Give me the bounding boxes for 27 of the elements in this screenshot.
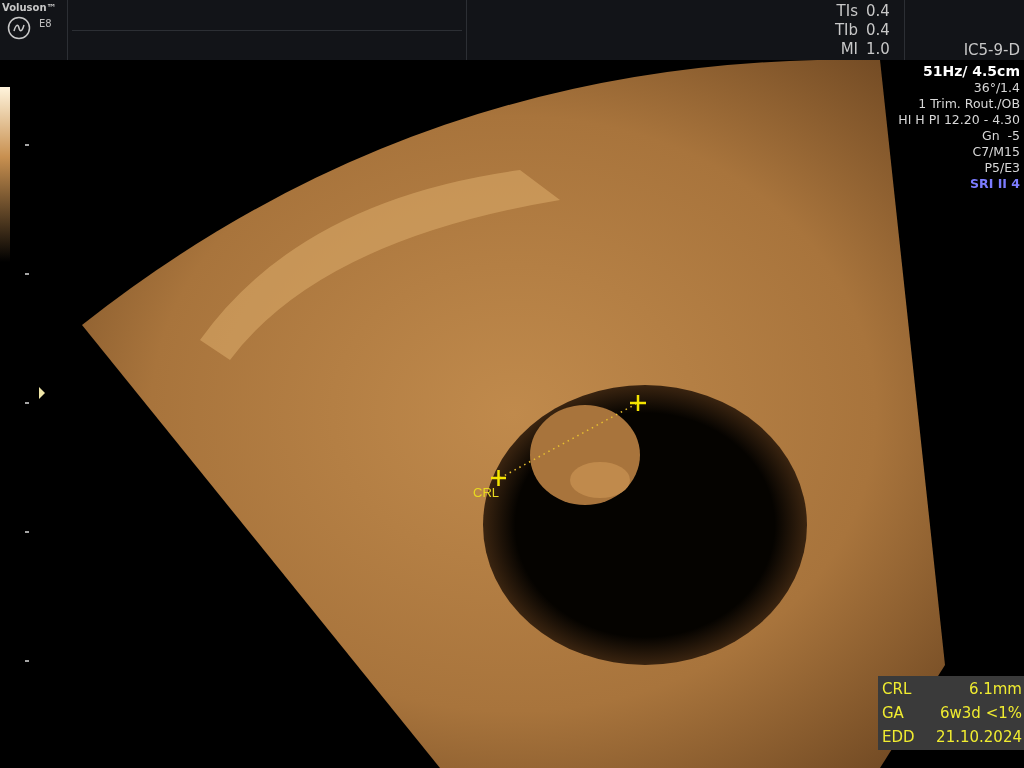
measurement-label: EDD [882, 727, 915, 748]
caliper-cross-icon [491, 470, 506, 486]
measurement-value: 6w3d <1% [940, 703, 1022, 724]
parameter-text: P5/E3 [984, 160, 1020, 176]
model-name: E8 [39, 18, 52, 29]
index-value: 0.4 [866, 1, 891, 21]
index-label: MI [839, 39, 858, 59]
index-value: 0.4 [866, 20, 891, 40]
probe-name: IC5-9-D [963, 41, 1020, 59]
parameter-text: HI H PI 12.20 - 4.30 [898, 112, 1020, 128]
parameter-text: SRI II 4 [970, 176, 1020, 192]
measurement-value: 6.1mm [968, 679, 1022, 700]
measurement-label: GA [882, 703, 904, 724]
parameter-text: C7/M15 [972, 144, 1020, 160]
brand-name: Voluson™ [2, 2, 58, 13]
parameter-text: 36°/1.4 [973, 80, 1020, 96]
measurement-value: 21.10.2024 [936, 727, 1022, 748]
index-label: TIs [835, 1, 858, 21]
measurement-label: CRL [882, 679, 912, 700]
index-value: 1.0 [866, 39, 891, 59]
parameter-text: 1 Trim. Rout./OB [918, 96, 1020, 112]
logo-icon [7, 16, 31, 40]
index-label: TIb [833, 20, 858, 40]
focus-marker-icon [39, 387, 45, 399]
parameter-text: 51Hz/ 4.5cm [922, 62, 1020, 80]
caliper-cross-icon [630, 395, 646, 411]
parameter-text: Gn -5 [981, 128, 1020, 144]
